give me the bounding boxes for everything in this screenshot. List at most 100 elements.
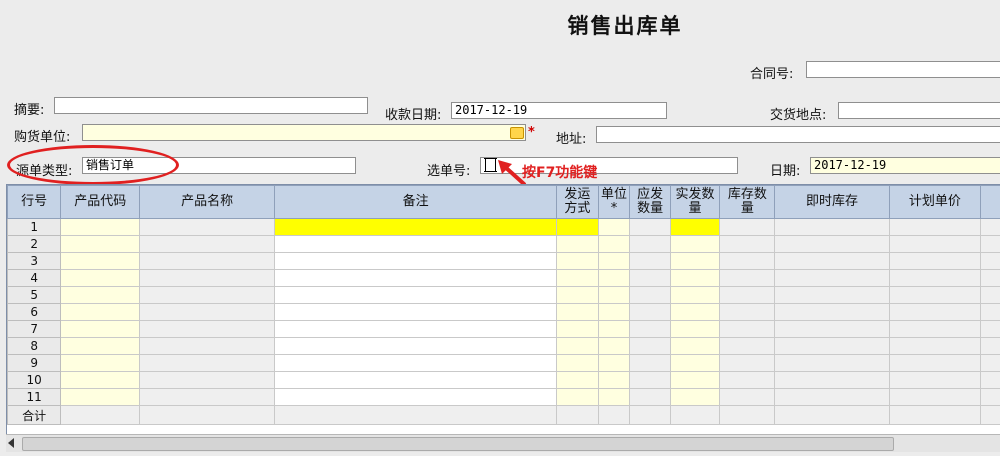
grid-cell[interactable] (629, 388, 671, 406)
grid-cell[interactable] (719, 235, 776, 253)
column-header[interactable]: 行号 (7, 185, 62, 219)
grid-cell[interactable] (719, 303, 776, 321)
grid-cell[interactable] (669, 337, 721, 355)
column-header[interactable]: 库存数量 (719, 185, 776, 219)
grid-cell[interactable] (597, 252, 631, 270)
grid-cell[interactable] (597, 354, 631, 372)
grid-cell[interactable] (888, 337, 982, 355)
grid-cell[interactable] (980, 371, 1000, 389)
grid-cell[interactable] (719, 252, 776, 270)
grid-cell[interactable] (139, 371, 275, 389)
grid-cell[interactable] (774, 371, 890, 389)
grid-cell[interactable] (556, 337, 599, 355)
grid-cell[interactable] (719, 218, 776, 236)
grid-cell[interactable] (669, 235, 721, 253)
grid-cell[interactable] (719, 286, 776, 304)
grid-cell[interactable] (597, 388, 631, 406)
grid-cell[interactable] (888, 303, 982, 321)
grid-cell[interactable] (774, 286, 890, 304)
grid-cell[interactable] (629, 269, 671, 287)
grid-cell[interactable] (597, 303, 631, 321)
contract-no-input[interactable] (806, 61, 1000, 78)
grid-cell[interactable] (774, 269, 890, 287)
grid-cell[interactable] (60, 337, 141, 355)
grid-cell[interactable] (273, 218, 558, 236)
grid-cell[interactable] (139, 218, 275, 236)
grid-cell[interactable] (60, 235, 141, 253)
column-header[interactable]: 即时库存 (774, 185, 890, 219)
grid-cell[interactable] (273, 320, 558, 338)
grid-cell[interactable] (629, 371, 671, 389)
column-header[interactable]: 产品代码 (60, 185, 141, 219)
grid-cell[interactable] (888, 269, 982, 287)
grid-cell[interactable] (669, 303, 721, 321)
grid-cell[interactable] (139, 286, 275, 304)
grid-cell[interactable] (60, 388, 141, 406)
address-input[interactable] (596, 126, 1000, 143)
grid-cell[interactable] (980, 269, 1000, 287)
grid-cell[interactable] (629, 354, 671, 372)
grid-cell[interactable] (273, 388, 558, 406)
grid-cell[interactable] (597, 371, 631, 389)
detail-grid[interactable]: 行号 产品代码 产品名称 备注 发运 方式 单位 * 应发 数量 实发数量库存数量即时库存 计划单价 … (6, 184, 1000, 435)
grid-cell[interactable] (888, 286, 982, 304)
grid-cell[interactable] (556, 371, 599, 389)
table-row[interactable]: 4 (7, 269, 1000, 287)
table-row[interactable]: 8 (7, 337, 1000, 355)
table-row[interactable]: 11 (7, 388, 1000, 406)
grid-cell[interactable] (629, 320, 671, 338)
grid-cell[interactable] (980, 286, 1000, 304)
grid-cell[interactable] (980, 320, 1000, 338)
column-header[interactable]: 备注 (273, 185, 558, 219)
payment-date-input[interactable]: 2017-12-19 (451, 102, 667, 119)
table-row[interactable]: 2 (7, 235, 1000, 253)
grid-cell[interactable] (60, 218, 141, 236)
grid-cell[interactable] (597, 218, 631, 236)
grid-cell[interactable] (774, 218, 890, 236)
grid-cell[interactable] (774, 320, 890, 338)
grid-cell[interactable] (273, 269, 558, 287)
grid-cell[interactable] (719, 337, 776, 355)
grid-cell[interactable] (139, 252, 275, 270)
grid-cell[interactable] (556, 235, 599, 253)
grid-cell[interactable] (139, 388, 275, 406)
table-row[interactable]: 9 (7, 354, 1000, 372)
grid-cell[interactable] (556, 286, 599, 304)
grid-cell[interactable] (774, 354, 890, 372)
column-header[interactable]: 实发数量 (669, 185, 721, 219)
grid-cell[interactable] (556, 388, 599, 406)
grid-cell[interactable] (273, 286, 558, 304)
grid-cell[interactable] (774, 388, 890, 406)
grid-cell[interactable] (597, 337, 631, 355)
grid-cell[interactable] (719, 371, 776, 389)
grid-cell[interactable] (629, 303, 671, 321)
grid-cell[interactable] (669, 218, 721, 236)
grid-cell[interactable] (774, 303, 890, 321)
summary-input[interactable] (54, 97, 368, 114)
table-row[interactable]: 3 (7, 252, 1000, 270)
grid-cell[interactable] (669, 269, 721, 287)
grid-cell[interactable] (774, 235, 890, 253)
grid-cell[interactable] (273, 354, 558, 372)
scroll-left-icon[interactable] (8, 438, 14, 448)
grid-cell[interactable] (629, 252, 671, 270)
table-row[interactable]: 10 (7, 371, 1000, 389)
grid-cell[interactable] (980, 303, 1000, 321)
grid-cell[interactable] (629, 286, 671, 304)
grid-cell[interactable] (556, 252, 599, 270)
grid-cell[interactable] (139, 320, 275, 338)
grid-cell[interactable] (60, 320, 141, 338)
grid-cell[interactable] (139, 269, 275, 287)
table-row[interactable]: 5 (7, 286, 1000, 304)
scroll-thumb[interactable] (22, 437, 894, 451)
lookup-icon[interactable] (510, 127, 524, 139)
grid-cell[interactable] (980, 235, 1000, 253)
grid-cell[interactable] (139, 337, 275, 355)
grid-cell[interactable] (980, 388, 1000, 406)
grid-cell[interactable] (556, 269, 599, 287)
buyer-input[interactable] (82, 124, 526, 141)
column-header[interactable]: 产品名称 (139, 185, 275, 219)
grid-cell[interactable] (888, 320, 982, 338)
grid-cell[interactable] (774, 252, 890, 270)
grid-cell[interactable] (888, 354, 982, 372)
